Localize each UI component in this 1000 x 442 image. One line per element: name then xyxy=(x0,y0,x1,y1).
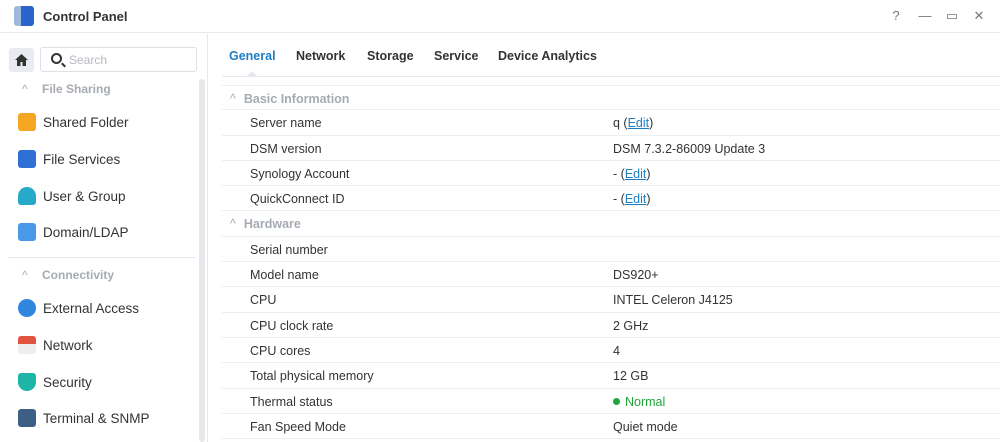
tab-service[interactable]: Service xyxy=(434,49,478,63)
terminal-icon xyxy=(18,409,36,427)
table-row: Server name q (Edit) xyxy=(222,110,1000,136)
sidebar-scrollbar[interactable] xyxy=(199,79,205,442)
sidebar-item-security[interactable]: Security xyxy=(18,369,193,395)
sidebar-item-network[interactable]: Network xyxy=(18,332,193,358)
table-row: CPU clock rate 2 GHz xyxy=(222,313,1000,338)
title-bar: Control Panel ? — ▭ ✕ xyxy=(0,0,1000,33)
control-panel-app-icon xyxy=(14,6,34,26)
table-row: Total physical memory 12 GB xyxy=(222,363,1000,389)
sidebar-item-external-access[interactable]: External Access xyxy=(18,295,193,321)
chevron-up-icon: ^ xyxy=(230,92,236,106)
tab-general[interactable]: General xyxy=(229,49,276,76)
tab-storage[interactable]: Storage xyxy=(367,49,414,63)
home-button[interactable] xyxy=(9,48,34,72)
sidebar: ^File Sharing Shared Folder File Service… xyxy=(0,34,208,442)
folder-icon xyxy=(18,113,36,131)
chevron-up-icon: ^ xyxy=(22,268,28,282)
shield-icon xyxy=(18,373,36,391)
search-input[interactable] xyxy=(69,51,189,69)
network-icon xyxy=(18,336,36,354)
status-dot-icon xyxy=(613,397,620,405)
section-hardware[interactable]: ^ Hardware xyxy=(222,211,1000,237)
info-table: ^ Basic Information Server name q (Edit) D… xyxy=(222,85,1000,440)
table-row: Fan Speed Mode Quiet mode xyxy=(222,414,1000,440)
sidebar-item-terminal-snmp[interactable]: Terminal & SNMP xyxy=(18,405,193,431)
table-row: QuickConnect ID - (Edit) xyxy=(222,186,1000,212)
table-row: Model name DS920+ xyxy=(222,262,1000,288)
external-access-icon xyxy=(18,299,36,317)
edit-quickconnect-link[interactable]: Edit xyxy=(625,192,647,206)
close-icon[interactable]: ✕ xyxy=(971,8,987,24)
divider xyxy=(8,257,196,258)
thermal-status: Normal xyxy=(613,395,665,409)
maximize-icon[interactable]: ▭ xyxy=(944,8,960,24)
table-row: Serial number xyxy=(222,237,1000,263)
section-basic-information[interactable]: ^ Basic Information xyxy=(222,85,1000,111)
table-row: CPU INTEL Celeron J4125 xyxy=(222,287,1000,313)
users-icon xyxy=(18,187,36,205)
table-row: CPU cores 4 xyxy=(222,338,1000,364)
minimize-icon[interactable]: — xyxy=(917,8,933,23)
table-row: DSM version DSM 7.3.2-86009 Update 3 xyxy=(222,136,1000,161)
tab-device-analytics[interactable]: Device Analytics xyxy=(498,49,597,63)
tab-bar: General Network Storage Service Device A… xyxy=(222,34,1000,77)
chevron-up-icon: ^ xyxy=(22,82,28,96)
sidebar-item-shared-folder[interactable]: Shared Folder xyxy=(18,109,193,135)
file-services-icon xyxy=(18,150,36,168)
window-title: Control Panel xyxy=(43,9,128,24)
chevron-up-icon: ^ xyxy=(230,217,236,232)
sidebar-item-user-group[interactable]: User & Group xyxy=(18,183,193,209)
section-file-sharing[interactable]: ^ File Sharing xyxy=(22,82,111,96)
sidebar-item-file-services[interactable]: File Services xyxy=(18,146,193,172)
home-icon xyxy=(15,54,28,66)
help-icon[interactable]: ? xyxy=(888,8,904,23)
tab-network[interactable]: Network xyxy=(296,49,345,63)
edit-server-name-link[interactable]: Edit xyxy=(628,116,650,130)
section-connectivity[interactable]: ^ Connectivity xyxy=(22,268,114,282)
domain-icon xyxy=(18,223,36,241)
search-box[interactable] xyxy=(40,47,197,72)
search-icon xyxy=(51,53,62,64)
table-row: Thermal status Normal xyxy=(222,389,1000,414)
table-row: Synology Account - (Edit) xyxy=(222,161,1000,187)
edit-synology-account-link[interactable]: Edit xyxy=(625,167,647,181)
sidebar-item-domain-ldap[interactable]: Domain/LDAP xyxy=(18,219,193,245)
